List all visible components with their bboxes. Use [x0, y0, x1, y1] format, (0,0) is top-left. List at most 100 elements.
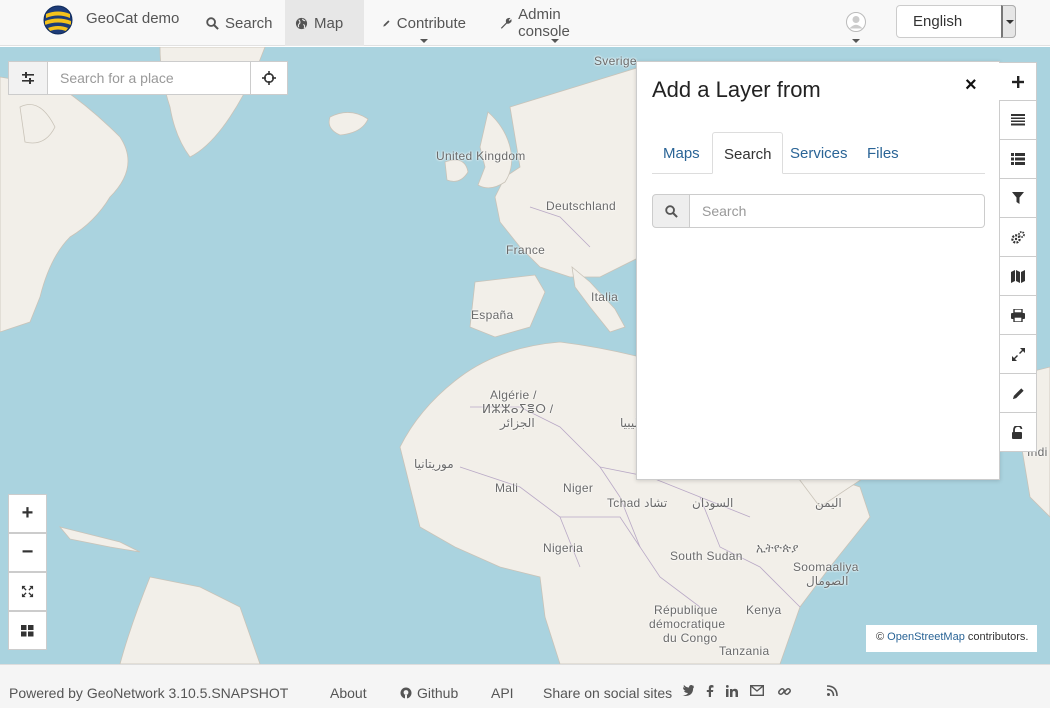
- twitter-icon[interactable]: [682, 685, 694, 697]
- permalink-lock-button[interactable]: [999, 413, 1037, 452]
- facebook-icon[interactable]: [706, 685, 714, 697]
- geolocate-button[interactable]: [251, 62, 287, 94]
- place-search-input[interactable]: [48, 62, 251, 94]
- zoom-in-button[interactable]: +: [8, 494, 47, 533]
- map-label-nigeria: Nigeria: [543, 541, 584, 555]
- zoom-out-icon: −: [21, 541, 34, 563]
- map-label-uk: United Kingdom: [436, 149, 526, 163]
- nav-admin-label: Admin console: [518, 6, 570, 40]
- legend-button[interactable]: [999, 140, 1037, 179]
- add-layer-button[interactable]: [999, 62, 1037, 101]
- panel-tabs: Maps Search Services Files: [652, 132, 985, 174]
- zoom-to-extent-button[interactable]: [8, 572, 47, 611]
- print-button[interactable]: [999, 296, 1037, 335]
- envelope-icon[interactable]: [750, 685, 764, 696]
- th-large-icon: [21, 624, 34, 636]
- language-dropdown-button[interactable]: [1001, 5, 1016, 38]
- layer-search-input[interactable]: [690, 194, 985, 228]
- tab-services[interactable]: Services: [779, 132, 858, 174]
- layers-icon: [1011, 114, 1025, 126]
- panel-title: Add a Layer from: [652, 77, 821, 102]
- expand-icon: [21, 585, 34, 598]
- fullscreen-button[interactable]: [999, 335, 1037, 374]
- top-navbar: GeoCat demo Search Map Contribute Admin …: [0, 0, 1050, 46]
- powered-by: Powered by GeoNetwork 3.10.5.SNAPSHOT: [9, 685, 289, 701]
- search-icon: [206, 16, 219, 30]
- nav-search-label: Search: [225, 14, 273, 32]
- language-select[interactable]: English: [896, 5, 1016, 38]
- map-label-yemen: اليمن: [815, 496, 842, 510]
- annotations-button[interactable]: [999, 374, 1037, 413]
- cogs-icon: [1011, 230, 1025, 244]
- map-label-somalia-2: الصومال: [806, 574, 849, 588]
- processes-button[interactable]: [999, 218, 1037, 257]
- nav-contribute-label: Contribute: [396, 14, 466, 32]
- plus-icon: [1011, 75, 1024, 88]
- fullscreen-icon: [1011, 347, 1025, 361]
- pencil-icon: [1012, 387, 1024, 399]
- map-attribution: © OpenStreetMap contributors.: [866, 625, 1037, 652]
- graticule-toggle-button[interactable]: [8, 611, 47, 650]
- search-options-toggle[interactable]: [9, 62, 48, 94]
- brand[interactable]: GeoCat demo: [43, 5, 179, 35]
- footer-github-label: Github: [417, 685, 459, 701]
- brand-name: GeoCat demo: [86, 9, 180, 27]
- link-icon[interactable]: [778, 685, 791, 698]
- globe-icon: [295, 17, 308, 29]
- map-label-tchad: Tchad تشاد: [607, 496, 668, 510]
- github-icon: [400, 687, 412, 699]
- footer-github-link[interactable]: Github: [400, 685, 458, 701]
- sliders-icon: [22, 72, 34, 84]
- osm-link[interactable]: OpenStreetMap: [887, 631, 965, 643]
- map-label-niger: Niger: [563, 481, 594, 495]
- nav-map-label: Map: [314, 14, 344, 32]
- zoom-in-icon: +: [21, 502, 34, 524]
- nav-search[interactable]: Search: [196, 0, 283, 46]
- layer-manager-button[interactable]: [999, 101, 1037, 140]
- list-icon: [1011, 153, 1025, 165]
- map-label-algerie-3: الجزائر: [500, 416, 535, 430]
- map-label-somalia-1: Soomaaliya: [793, 560, 859, 574]
- nav-contribute[interactable]: Contribute: [372, 0, 476, 46]
- tab-maps[interactable]: Maps: [652, 132, 710, 174]
- user-menu-chevron-icon[interactable]: [852, 39, 860, 43]
- map-label-south-sudan: South Sudan: [670, 549, 743, 563]
- language-value: English: [913, 13, 963, 30]
- map-label-sverige: Sverige: [594, 54, 637, 68]
- attribution-copyright: ©: [876, 631, 885, 643]
- footer-about-link[interactable]: About: [330, 685, 367, 701]
- context-maps-button[interactable]: [999, 257, 1037, 296]
- pencil-icon: [383, 19, 390, 27]
- chevron-down-icon: [551, 39, 559, 43]
- footer-share-label: Share on social sites: [543, 685, 673, 701]
- tab-files[interactable]: Files: [856, 132, 909, 174]
- nav-map[interactable]: Map: [285, 0, 364, 46]
- filter-button[interactable]: [999, 179, 1037, 218]
- layer-search-group: [652, 194, 985, 228]
- linkedin-icon[interactable]: [726, 685, 738, 697]
- add-layer-panel: Add a Layer from × Maps Search Services …: [636, 61, 1000, 480]
- filter-icon: [1012, 192, 1024, 204]
- layer-search-button[interactable]: [652, 194, 690, 228]
- chevron-down-icon: [420, 39, 428, 43]
- map-label-france: France: [506, 243, 546, 257]
- nav-admin-console[interactable]: Admin console: [490, 0, 620, 46]
- map-label-sudan: السودان: [692, 496, 734, 510]
- search-icon: [664, 204, 678, 218]
- map-label-drc-1: République: [654, 603, 718, 617]
- map-label-drc-2: démocratique: [649, 617, 726, 631]
- close-icon[interactable]: ×: [965, 74, 977, 97]
- map-icon: [1011, 269, 1025, 283]
- map-label-espana: España: [471, 308, 514, 322]
- zoom-out-button[interactable]: −: [8, 533, 47, 572]
- map-label-mauritania: موريتانيا: [414, 457, 454, 471]
- user-avatar-icon[interactable]: [846, 12, 866, 32]
- unlock-icon: [1012, 425, 1023, 439]
- place-search-bar: [8, 61, 288, 95]
- rss-icon[interactable]: [827, 685, 838, 696]
- print-icon: [1011, 308, 1025, 322]
- map-label-italia: Italia: [591, 290, 619, 304]
- tab-search[interactable]: Search: [712, 132, 783, 174]
- footer-api-link[interactable]: API: [491, 685, 514, 701]
- map-label-mali: Mali: [495, 481, 519, 495]
